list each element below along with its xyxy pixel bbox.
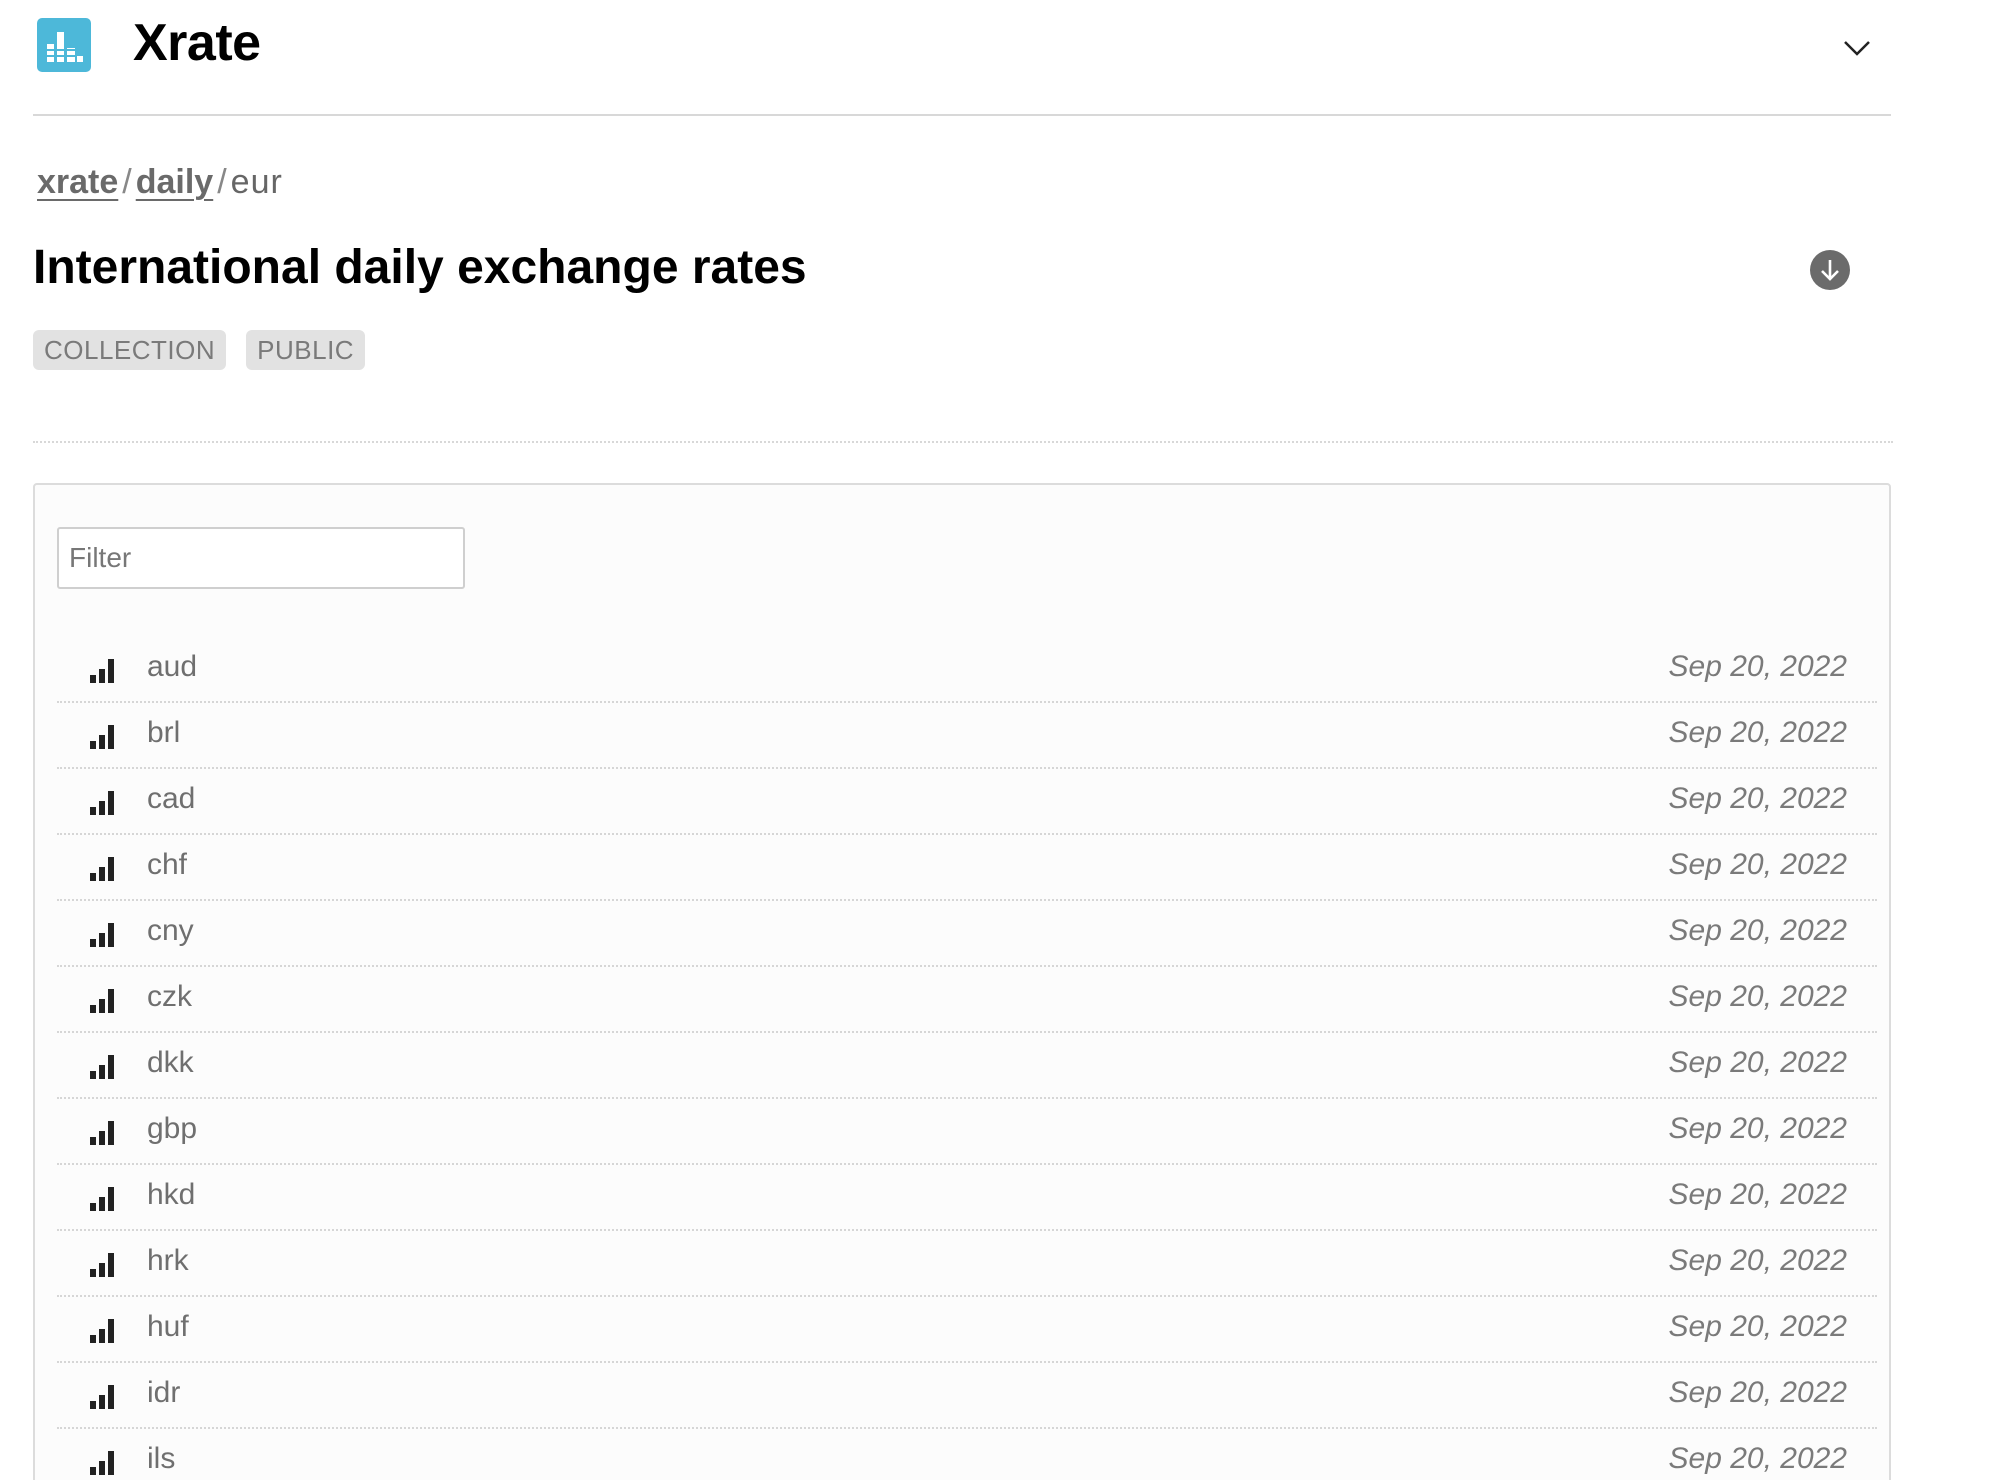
chevron-down-icon[interactable] <box>1837 28 1877 68</box>
public-badge: PUBLIC <box>246 330 366 370</box>
signal-bars-icon <box>89 855 117 883</box>
dataset-list-panel: aud Sep 20, 2022 brl Sep 20, 2022 cad Se… <box>33 483 1891 1480</box>
currency-code: hrk <box>147 1244 189 1277</box>
breadcrumb-link-xrate[interactable]: xrate <box>37 163 118 201</box>
currency-code: hkd <box>147 1178 196 1211</box>
breadcrumb-separator: / <box>217 163 227 201</box>
updated-date: Sep 20, 2022 <box>1668 1442 1848 1475</box>
currency-code: dkk <box>147 1046 194 1079</box>
updated-date: Sep 20, 2022 <box>1668 1046 1848 1079</box>
updated-date: Sep 20, 2022 <box>1668 1178 1848 1211</box>
breadcrumb-link-daily[interactable]: daily <box>136 163 213 201</box>
list-item[interactable]: hkd Sep 20, 2022 <box>57 1165 1877 1231</box>
signal-bars-icon <box>89 1449 117 1477</box>
currency-code: aud <box>147 650 198 683</box>
signal-bars-icon <box>89 723 117 751</box>
currency-code: cad <box>147 782 196 815</box>
collection-badge: COLLECTION <box>33 330 227 370</box>
currency-code: czk <box>147 980 192 1013</box>
list-item[interactable]: brl Sep 20, 2022 <box>57 703 1877 769</box>
currency-code: idr <box>147 1376 181 1409</box>
updated-date: Sep 20, 2022 <box>1668 716 1848 749</box>
page-title: International daily exchange rates <box>33 241 807 294</box>
badge-group: COLLECTION PUBLIC <box>33 330 366 370</box>
currency-code: cny <box>147 914 194 947</box>
updated-date: Sep 20, 2022 <box>1668 1376 1848 1409</box>
updated-date: Sep 20, 2022 <box>1668 650 1848 683</box>
updated-date: Sep 20, 2022 <box>1668 980 1848 1013</box>
breadcrumb-separator: / <box>122 163 132 201</box>
currency-code: brl <box>147 716 181 749</box>
signal-bars-icon <box>89 1053 117 1081</box>
download-icon[interactable] <box>1810 250 1850 290</box>
currency-code: huf <box>147 1310 189 1343</box>
list-item[interactable]: chf Sep 20, 2022 <box>57 835 1877 901</box>
list-item[interactable]: cad Sep 20, 2022 <box>57 769 1877 835</box>
currency-code: gbp <box>147 1112 198 1145</box>
updated-date: Sep 20, 2022 <box>1668 1310 1848 1343</box>
list-item[interactable]: ils Sep 20, 2022 <box>57 1429 1877 1480</box>
list-item[interactable]: idr Sep 20, 2022 <box>57 1363 1877 1429</box>
brand-name[interactable]: Xrate <box>133 8 261 78</box>
bar-chart-logo-icon[interactable] <box>37 18 91 72</box>
filter-input[interactable] <box>57 527 465 589</box>
signal-bars-icon <box>89 1251 117 1279</box>
page: Xrate xrate / daily / eur International dail… <box>0 0 1992 1480</box>
dataset-list: aud Sep 20, 2022 brl Sep 20, 2022 cad Se… <box>57 637 1877 1480</box>
updated-date: Sep 20, 2022 <box>1668 1112 1848 1145</box>
currency-code: chf <box>147 848 188 881</box>
signal-bars-icon <box>89 987 117 1015</box>
signal-bars-icon <box>89 1119 117 1147</box>
divider <box>33 441 1893 443</box>
list-item[interactable]: czk Sep 20, 2022 <box>57 967 1877 1033</box>
signal-bars-icon <box>89 921 117 949</box>
breadcrumb: xrate / daily / eur <box>37 158 283 206</box>
signal-bars-icon <box>89 1317 117 1345</box>
signal-bars-icon <box>89 789 117 817</box>
list-item[interactable]: dkk Sep 20, 2022 <box>57 1033 1877 1099</box>
updated-date: Sep 20, 2022 <box>1668 1244 1848 1277</box>
breadcrumb-current: eur <box>230 163 283 201</box>
list-item[interactable]: gbp Sep 20, 2022 <box>57 1099 1877 1165</box>
signal-bars-icon <box>89 1383 117 1411</box>
updated-date: Sep 20, 2022 <box>1668 782 1848 815</box>
currency-code: ils <box>147 1442 176 1475</box>
list-item[interactable]: hrk Sep 20, 2022 <box>57 1231 1877 1297</box>
list-item[interactable]: huf Sep 20, 2022 <box>57 1297 1877 1363</box>
updated-date: Sep 20, 2022 <box>1668 914 1848 947</box>
updated-date: Sep 20, 2022 <box>1668 848 1848 881</box>
signal-bars-icon <box>89 657 117 685</box>
signal-bars-icon <box>89 1185 117 1213</box>
list-item[interactable]: cny Sep 20, 2022 <box>57 901 1877 967</box>
app-header: Xrate <box>33 0 1891 116</box>
list-item[interactable]: aud Sep 20, 2022 <box>57 637 1877 703</box>
